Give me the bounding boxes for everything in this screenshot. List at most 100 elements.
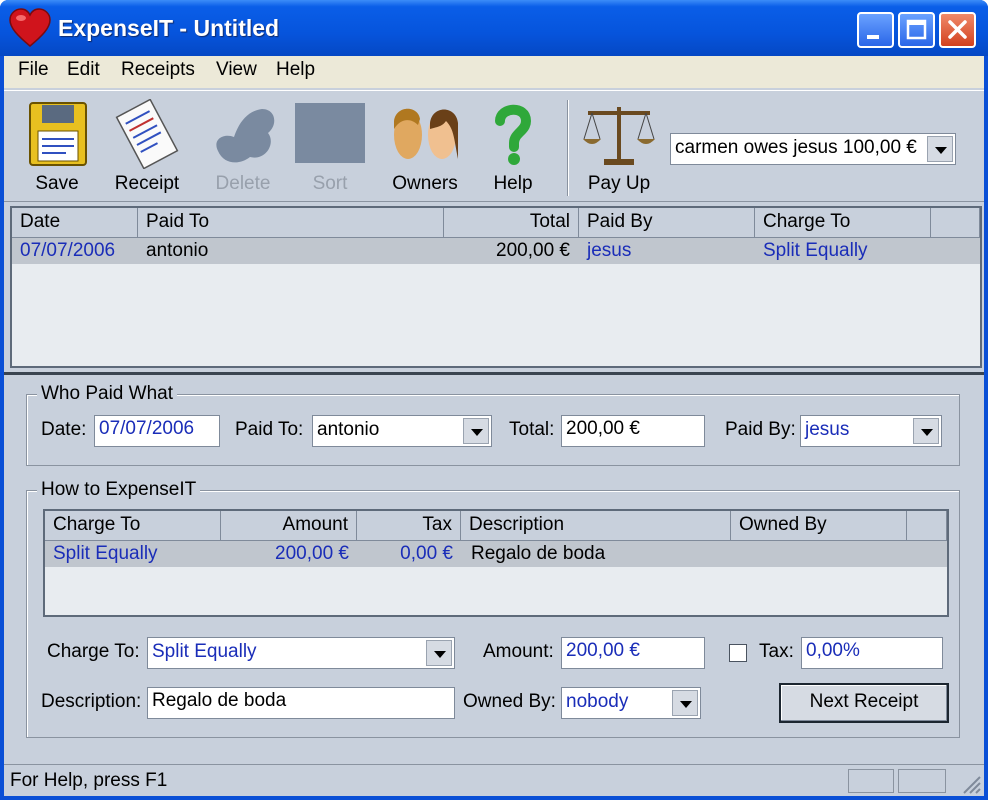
delete-label: Delete — [215, 173, 271, 194]
client-area: File Edit Receipts View Help Save Receip… — [4, 56, 984, 796]
sort-label: Sort — [312, 173, 348, 194]
who-paid-group: Who Paid What Date: 07/07/2006 Paid To: … — [26, 383, 960, 466]
menu-edit[interactable]: Edit — [63, 59, 104, 81]
expense-list[interactable]: Date Paid To Total Paid By Charge To 07/… — [10, 206, 982, 368]
help-button[interactable]: Help — [470, 99, 556, 197]
column-header-empty — [931, 208, 980, 238]
row-paid-to: antonio — [146, 240, 209, 261]
row-paid-by: jesus — [587, 240, 632, 261]
menu-bar: File Edit Receipts View Help — [4, 56, 984, 88]
minimize-button[interactable] — [857, 12, 894, 48]
delete-icon — [216, 109, 275, 163]
minimize-icon — [867, 35, 879, 39]
paid-by-value: jesus — [805, 419, 850, 440]
description-label: Description: — [41, 691, 142, 712]
owned-by-label: Owned By: — [463, 691, 556, 712]
paid-to-select[interactable]: antonio — [312, 415, 492, 447]
question-mark-icon — [495, 104, 532, 165]
balance-select[interactable]: carmen owes jesus 100,00 € — [670, 133, 956, 165]
who-paid-title: Who Paid What — [37, 383, 177, 405]
menu-receipts[interactable]: Receipts — [117, 59, 199, 81]
maximize-icon — [906, 19, 927, 40]
pay-up-button[interactable]: Pay Up — [576, 99, 662, 197]
sort-button[interactable]: Sort — [287, 99, 373, 197]
owners-icon — [394, 108, 458, 159]
chevron-down-icon[interactable] — [927, 136, 953, 162]
row-charge-to: Split Equally — [763, 240, 868, 261]
tax-checkbox[interactable] — [729, 644, 747, 662]
row-date: 07/07/2006 — [20, 240, 116, 261]
amount-field[interactable]: 200,00 € — [561, 637, 705, 669]
paid-to-value: antonio — [317, 419, 380, 440]
menu-view[interactable]: View — [212, 59, 261, 81]
chevron-down-icon[interactable] — [672, 690, 698, 716]
window-title: ExpenseIT - Untitled — [58, 15, 280, 41]
heart-icon — [9, 8, 51, 47]
menu-help[interactable]: Help — [272, 59, 319, 81]
table-row[interactable]: Split Equally 200,00 € 0,00 € Regalo de … — [45, 541, 947, 567]
date-label: Date: — [41, 419, 87, 440]
status-panel-1 — [848, 769, 894, 793]
column-header-amount[interactable]: Amount — [221, 511, 357, 541]
owners-button[interactable]: Owners — [382, 99, 468, 197]
status-bar: For Help, press F1 — [4, 764, 984, 796]
row-amount: 200,00 € — [275, 543, 349, 564]
tax-field[interactable]: 0,00% — [801, 637, 943, 669]
owners-label: Owners — [392, 173, 458, 194]
menu-file[interactable]: File — [14, 59, 53, 81]
save-label: Save — [35, 173, 79, 194]
paid-by-label: Paid By: — [725, 419, 796, 440]
splitter[interactable] — [4, 372, 984, 375]
column-header-date[interactable]: Date — [12, 208, 138, 238]
toolbar-separator — [567, 100, 569, 196]
charge-list[interactable]: Charge To Amount Tax Description Owned B… — [43, 509, 949, 617]
receipt-icon — [115, 99, 179, 169]
how-to-group: How to ExpenseIT Charge To Amount Tax De… — [26, 479, 960, 738]
date-field[interactable]: 07/07/2006 — [94, 415, 220, 447]
balance-value: carmen owes jesus 100,00 € — [675, 137, 917, 158]
column-header-charge-to[interactable]: Charge To — [45, 511, 221, 541]
column-header-tax[interactable]: Tax — [357, 511, 461, 541]
receipt-button[interactable]: Receipt — [104, 99, 190, 197]
save-button[interactable]: Save — [14, 99, 100, 197]
close-button[interactable] — [939, 12, 976, 48]
paid-to-label: Paid To: — [235, 419, 304, 440]
status-text: For Help, press F1 — [10, 770, 168, 791]
next-receipt-button[interactable]: Next Receipt — [779, 683, 949, 723]
paid-by-select[interactable]: jesus — [800, 415, 942, 447]
delete-button[interactable]: Delete — [200, 99, 286, 197]
status-panel-2 — [898, 769, 946, 793]
pay-up-label: Pay Up — [587, 173, 651, 194]
how-to-title: How to ExpenseIT — [37, 479, 201, 501]
app-window: ExpenseIT - Untitled File Edit Receipts … — [0, 0, 988, 800]
total-field[interactable]: 200,00 € — [561, 415, 705, 447]
charge-to-select[interactable]: Split Equally — [147, 637, 455, 669]
row-tax: 0,00 € — [400, 543, 453, 564]
column-header-charge-to[interactable]: Charge To — [755, 208, 931, 238]
charge-to-label: Charge To: — [47, 641, 140, 662]
column-header-paid-by[interactable]: Paid By — [579, 208, 755, 238]
column-header-description[interactable]: Description — [461, 511, 731, 541]
table-row[interactable]: 07/07/2006 antonio 200,00 € jesus Split … — [12, 238, 980, 264]
resize-grip-icon[interactable] — [960, 773, 982, 795]
column-header-owned-by[interactable]: Owned By — [731, 511, 907, 541]
description-field[interactable]: Regalo de boda — [147, 687, 455, 719]
owned-by-select[interactable]: nobody — [561, 687, 701, 719]
column-header-total[interactable]: Total — [444, 208, 579, 238]
title-bar[interactable]: ExpenseIT - Untitled — [0, 0, 988, 56]
maximize-button[interactable] — [898, 12, 935, 48]
close-icon — [948, 20, 967, 39]
amount-label: Amount: — [483, 641, 554, 662]
total-label: Total: — [509, 419, 555, 440]
row-total: 200,00 € — [496, 240, 570, 261]
chevron-down-icon[interactable] — [913, 418, 939, 444]
scales-icon — [583, 107, 655, 165]
toolbar: Save Receipt Delete Sort Owners Help Pay… — [4, 90, 984, 202]
column-header-empty — [907, 511, 947, 541]
owned-by-value: nobody — [566, 691, 629, 712]
chevron-down-icon[interactable] — [426, 640, 452, 666]
row-description: Regalo de boda — [471, 543, 606, 564]
chevron-down-icon[interactable] — [463, 418, 489, 444]
tax-label: Tax: — [759, 641, 794, 662]
column-header-paid-to[interactable]: Paid To — [138, 208, 444, 238]
